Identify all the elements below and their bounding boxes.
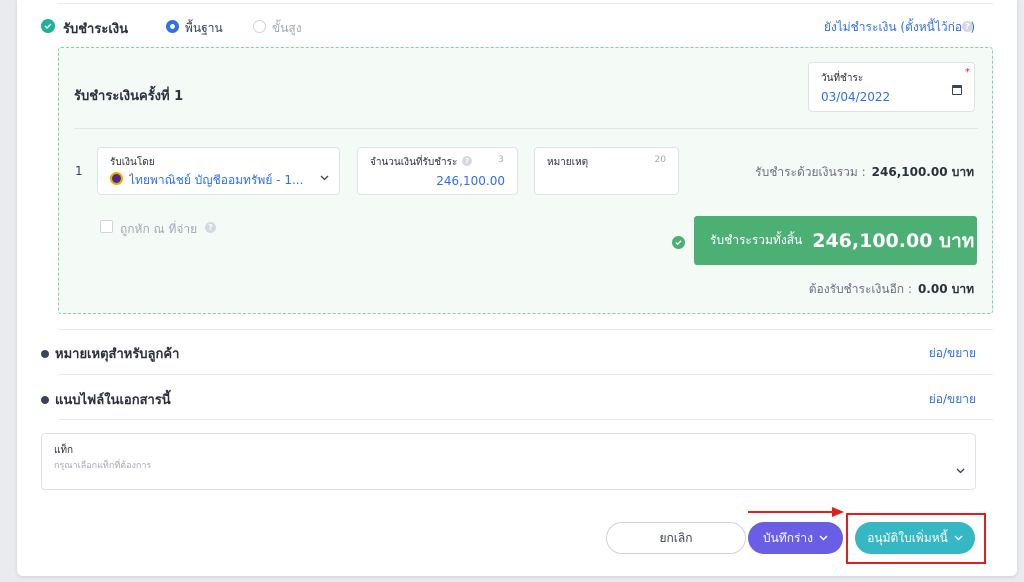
top-divider xyxy=(57,3,993,4)
grand-total-label: รับชำระรวมทั้งสิ้น xyxy=(710,233,803,247)
amount-field[interactable]: จำนวนเงินที่รับชำระ ? 3 246,100.00 xyxy=(357,147,518,195)
bank-logo-icon xyxy=(110,172,123,185)
customer-note-section: หมายเหตุสำหรับลูกค้า xyxy=(41,343,179,364)
payment-method-label: รับเงินโดย xyxy=(110,157,155,168)
bullet-icon xyxy=(41,395,49,404)
tags-select[interactable]: แท็ก กรุณาเลือกแท็กที่ต้องการ xyxy=(41,433,976,490)
payment-method-select[interactable]: รับเงินโดย ไทยพาณิชย์ บัญชีออมทรัพย์ - 1… xyxy=(97,147,340,195)
total-by-cash-value: 246,100.00 บาท xyxy=(871,165,974,179)
remaining-amount: ต้องรับชำระเงินอีก : 0.00 บาท xyxy=(809,280,974,299)
chevron-down-icon xyxy=(819,535,828,541)
chevron-down-icon xyxy=(320,175,329,181)
chevron-down-icon xyxy=(956,468,965,474)
chevron-down-icon xyxy=(954,535,963,541)
radio-advanced-label[interactable]: ขั้นสูง xyxy=(272,19,302,38)
attach-files-section: แนบไฟล์ในเอกสารนี้ xyxy=(41,389,171,410)
calendar-icon[interactable] xyxy=(952,85,962,95)
radio-basic-label[interactable]: พื้นฐาน xyxy=(185,19,223,38)
customer-note-title: หมายเหตุสำหรับลูกค้า xyxy=(55,347,180,362)
customer-note-toggle[interactable]: ย่อ/ขยาย xyxy=(929,344,976,363)
grand-total-banner: รับชำระรวมทั้งสิ้น 246,100.00 บาท xyxy=(694,216,977,265)
radio-advanced[interactable] xyxy=(253,20,266,33)
cancel-button[interactable]: ยกเลิก xyxy=(606,522,746,554)
amount-help-icon[interactable]: ? xyxy=(462,156,472,166)
bullet-icon xyxy=(41,349,49,358)
divider xyxy=(58,419,993,420)
check-circle-icon xyxy=(41,19,55,33)
payment-method-value: ไทยพาณิชย์ บัญชีออมทรัพย์ - 1... xyxy=(129,173,304,187)
attach-files-toggle[interactable]: ย่อ/ขยาย xyxy=(929,390,976,409)
receive-payment-title: รับชำระเงิน xyxy=(63,22,128,37)
required-asterisk: * xyxy=(965,67,970,78)
note-field[interactable]: หมายเหตุ 20 xyxy=(534,147,679,195)
help-icon[interactable]: ? xyxy=(962,21,973,32)
withheld-label[interactable]: ถูกหัก ณ ที่จ่าย xyxy=(120,220,197,239)
row-number: 1 xyxy=(75,164,83,178)
grand-total-value: 246,100.00 บาท xyxy=(812,229,975,252)
annotation-arrow xyxy=(748,507,844,517)
remaining-label: ต้องรับชำระเงินอีก : xyxy=(808,282,912,296)
approve-button[interactable]: อนุมัติใบเพิ่มหนี้ xyxy=(855,522,975,554)
remaining-value: 0.00 บาท xyxy=(917,282,974,296)
tags-placeholder: กรุณาเลือกแท็กที่ต้องการ xyxy=(54,461,152,471)
tags-label: แท็ก xyxy=(54,445,74,456)
panel-divider xyxy=(74,128,978,129)
radio-basic[interactable] xyxy=(166,20,179,33)
amount-value: 246,100.00 xyxy=(436,174,505,188)
amount-counter: 3 xyxy=(498,155,504,165)
approve-button-label: อนุมัติใบเพิ่มหนี้ xyxy=(867,530,948,545)
divider xyxy=(58,374,993,375)
payment-date-field[interactable]: วันที่ชำระ * 03/04/2022 xyxy=(808,62,975,112)
withheld-help-icon[interactable]: ? xyxy=(205,222,216,233)
document-card: รับชำระเงิน พื้นฐาน ขั้นสูง ยังไม่ชำระเง… xyxy=(17,0,1017,576)
total-by-cash: รับชำระด้วยเงินรวม : 246,100.00 บาท xyxy=(755,163,974,182)
withheld-checkbox[interactable] xyxy=(100,220,113,233)
total-by-cash-label: รับชำระด้วยเงินรวม : xyxy=(755,165,866,179)
payment-date-label: วันที่ชำระ xyxy=(821,73,864,84)
payment-round-title: รับชำระเงินครั้งที่ 1 xyxy=(74,89,184,104)
cancel-button-label: ยกเลิก xyxy=(659,530,693,545)
note-counter: 20 xyxy=(654,155,666,165)
total-check-icon xyxy=(672,236,685,249)
divider xyxy=(58,329,993,330)
save-draft-button[interactable]: บันทึกร่าง xyxy=(748,522,843,554)
note-label: หมายเหตุ xyxy=(547,157,589,168)
amount-label: จำนวนเงินที่รับชำระ xyxy=(370,157,458,168)
save-draft-label: บันทึกร่าง xyxy=(762,530,814,545)
unpaid-link[interactable]: ยังไม่ชำระเงิน (ตั้งหนี้ไว้ก่อน) xyxy=(824,18,975,37)
attach-files-title: แนบไฟล์ในเอกสารนี้ xyxy=(55,393,171,408)
payment-date-value: 03/04/2022 xyxy=(821,90,891,104)
payment-panel: รับชำระเงินครั้งที่ 1 วันที่ชำระ * 03/04… xyxy=(58,47,993,314)
